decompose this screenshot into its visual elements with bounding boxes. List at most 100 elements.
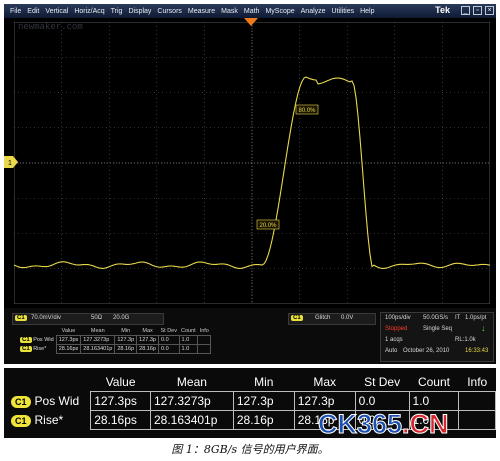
ch1-badge: C1	[11, 396, 31, 408]
svg-text:80.0%: 80.0%	[298, 108, 316, 114]
channel-readout[interactable]: C1 70.0mV/div 50Ω 20.0G	[12, 313, 164, 325]
table-cell: 127.3p	[114, 335, 138, 345]
table-row[interactable]: C1 Pos Wid 127.3ps 127.3273p 127.3p 127.3…	[8, 391, 496, 411]
col-max: Max	[313, 375, 337, 389]
menu-analyze[interactable]: Analyze	[301, 8, 326, 15]
svg-text:20.0%: 20.0%	[259, 223, 277, 229]
table-cell: 127.3273p	[80, 335, 116, 345]
glitch-label: Glitch	[315, 315, 331, 321]
ch1-marker-icon[interactable]: 1	[4, 156, 18, 168]
sample-rate: 50.0GS/s	[423, 315, 449, 321]
table-cell: 28.163401p	[80, 344, 116, 354]
measurement-name: Rise*	[33, 346, 47, 352]
table-cell: 127.3273p	[150, 391, 234, 411]
menu-help[interactable]: Help	[360, 8, 374, 15]
figure-caption: 图 1：8GB/s 信号的用户界面。	[171, 443, 329, 456]
col-stdev: St Dev	[160, 328, 177, 334]
table-cell: 1.0	[178, 335, 199, 345]
measurement-name: Pos Wid	[33, 337, 54, 343]
table-cell	[458, 410, 496, 430]
table-cell: 28.16p	[232, 410, 295, 430]
col-count: Count	[417, 375, 450, 389]
minimize-icon[interactable]: _	[461, 6, 470, 15]
col-info: Info	[467, 375, 488, 389]
menu-utilities[interactable]: Utilities	[332, 8, 355, 15]
col-max: Max	[142, 328, 153, 334]
col-mean: Mean	[90, 328, 105, 334]
glitch-trigger-readout[interactable]: C1 Glitch 0.0V	[288, 313, 376, 325]
ch1-badge: C1	[15, 315, 27, 321]
menu-myscope[interactable]: MyScope	[265, 8, 294, 15]
menu-cursors[interactable]: Cursors	[157, 8, 182, 15]
table-cell: 1.0	[178, 344, 199, 354]
table-cell: 28.163401p	[150, 410, 234, 430]
col-count: Count	[181, 328, 196, 334]
menu-mask[interactable]: Mask	[221, 8, 238, 15]
table-row[interactable]: C1 Rise* 28.16ps 28.163401p 28.16p 28.16…	[18, 344, 212, 354]
timebase: 100ps/div	[385, 315, 411, 321]
run-state: Stopped	[385, 326, 408, 332]
scope-window: File Edit Vertical Horiz/Acq Trig Displa…	[0, 0, 500, 461]
table-cell	[197, 335, 212, 345]
bandwidth: 20.0G	[113, 315, 130, 321]
table-cell: 127.3p	[136, 335, 159, 345]
trigger-mode: Auto	[385, 348, 398, 354]
col-value: Value	[61, 328, 76, 334]
table-cell: 127.3p	[232, 391, 295, 411]
ch1-badge: C1	[20, 346, 32, 352]
acquisition-readout[interactable]: 100ps/div 50.0GS/s IT 1.0ps/pt Stopped S…	[380, 312, 494, 362]
logo-text-main: CK365	[317, 409, 403, 440]
table-cell: 28.16p	[114, 344, 138, 354]
brand-logo: Tek	[435, 5, 450, 15]
restore-icon[interactable]: ▫	[473, 6, 482, 15]
time: 16:33:43	[465, 348, 489, 354]
table-cell: 0.0	[157, 335, 180, 345]
table-cell	[197, 344, 212, 354]
ch1-badge: C1	[20, 337, 32, 343]
close-icon[interactable]: ×	[485, 6, 494, 15]
ref-label-80: 80.0%	[295, 104, 319, 115]
watermark-text: newmaker.com	[18, 22, 83, 32]
table-cell: 1.0	[408, 391, 460, 411]
table-cell: 127.3ps	[55, 335, 82, 345]
menu-edit[interactable]: Edit	[27, 8, 39, 15]
table-cell: 0.0	[354, 391, 410, 411]
measurement-name: Rise*	[34, 413, 64, 427]
menu-file[interactable]: File	[10, 8, 21, 15]
menu-display[interactable]: Display	[128, 8, 151, 15]
acq-pt: IT	[455, 315, 461, 321]
menu-trig[interactable]: Trig	[111, 8, 123, 15]
col-min: Min	[121, 328, 131, 334]
col-value: Value	[105, 375, 136, 389]
trigger-position-icon[interactable]	[244, 18, 258, 28]
impedance: 50Ω	[91, 315, 103, 321]
table-cell: 127.3ps	[90, 391, 151, 411]
glitch-value: 0.0V	[341, 315, 354, 321]
table-cell: 127.3p	[293, 391, 356, 411]
table-cell	[458, 391, 496, 411]
svg-text:1: 1	[8, 160, 12, 167]
points-per: 1.0ps/pt	[465, 315, 487, 321]
logo-text-domain: .CN	[402, 409, 449, 440]
menu-horiz-acq[interactable]: Horiz/Acq	[74, 8, 104, 15]
menu-math[interactable]: Math	[244, 8, 260, 15]
menu-vertical[interactable]: Vertical	[45, 8, 68, 15]
table-row[interactable]: C1 Pos Wid 127.3ps 127.3273p 127.3p 127.…	[18, 335, 212, 345]
waveform-display[interactable]: 80.0% 20.0% 1 newmaker.com	[4, 18, 496, 308]
trigger-ch-badge: C1	[291, 315, 303, 321]
col-mean: Mean	[176, 375, 207, 389]
measurement-name: Pos Wid	[34, 394, 80, 408]
table-cell: 28.16p	[136, 344, 159, 354]
menu-measure[interactable]: Measure	[188, 8, 215, 15]
measurement-table-small: Value Mean Min Max St Dev Count Info C1 …	[18, 327, 212, 354]
acq-mode: Single Seq	[423, 326, 453, 332]
col-stdev: St Dev	[364, 375, 401, 389]
acq-count: 1 acqs	[385, 337, 403, 343]
table-cell: 28.16ps	[55, 344, 82, 354]
col-info: Info	[199, 328, 209, 334]
record-length: RL:1.0k	[455, 337, 476, 343]
ref-label-20: 20.0%	[256, 219, 280, 230]
ch1-badge: C1	[11, 415, 31, 427]
date: October 26, 2010	[403, 348, 450, 354]
status-panel: C1 70.0mV/div 50Ω 20.0G C1 Glitch 0.0V V…	[4, 308, 496, 364]
